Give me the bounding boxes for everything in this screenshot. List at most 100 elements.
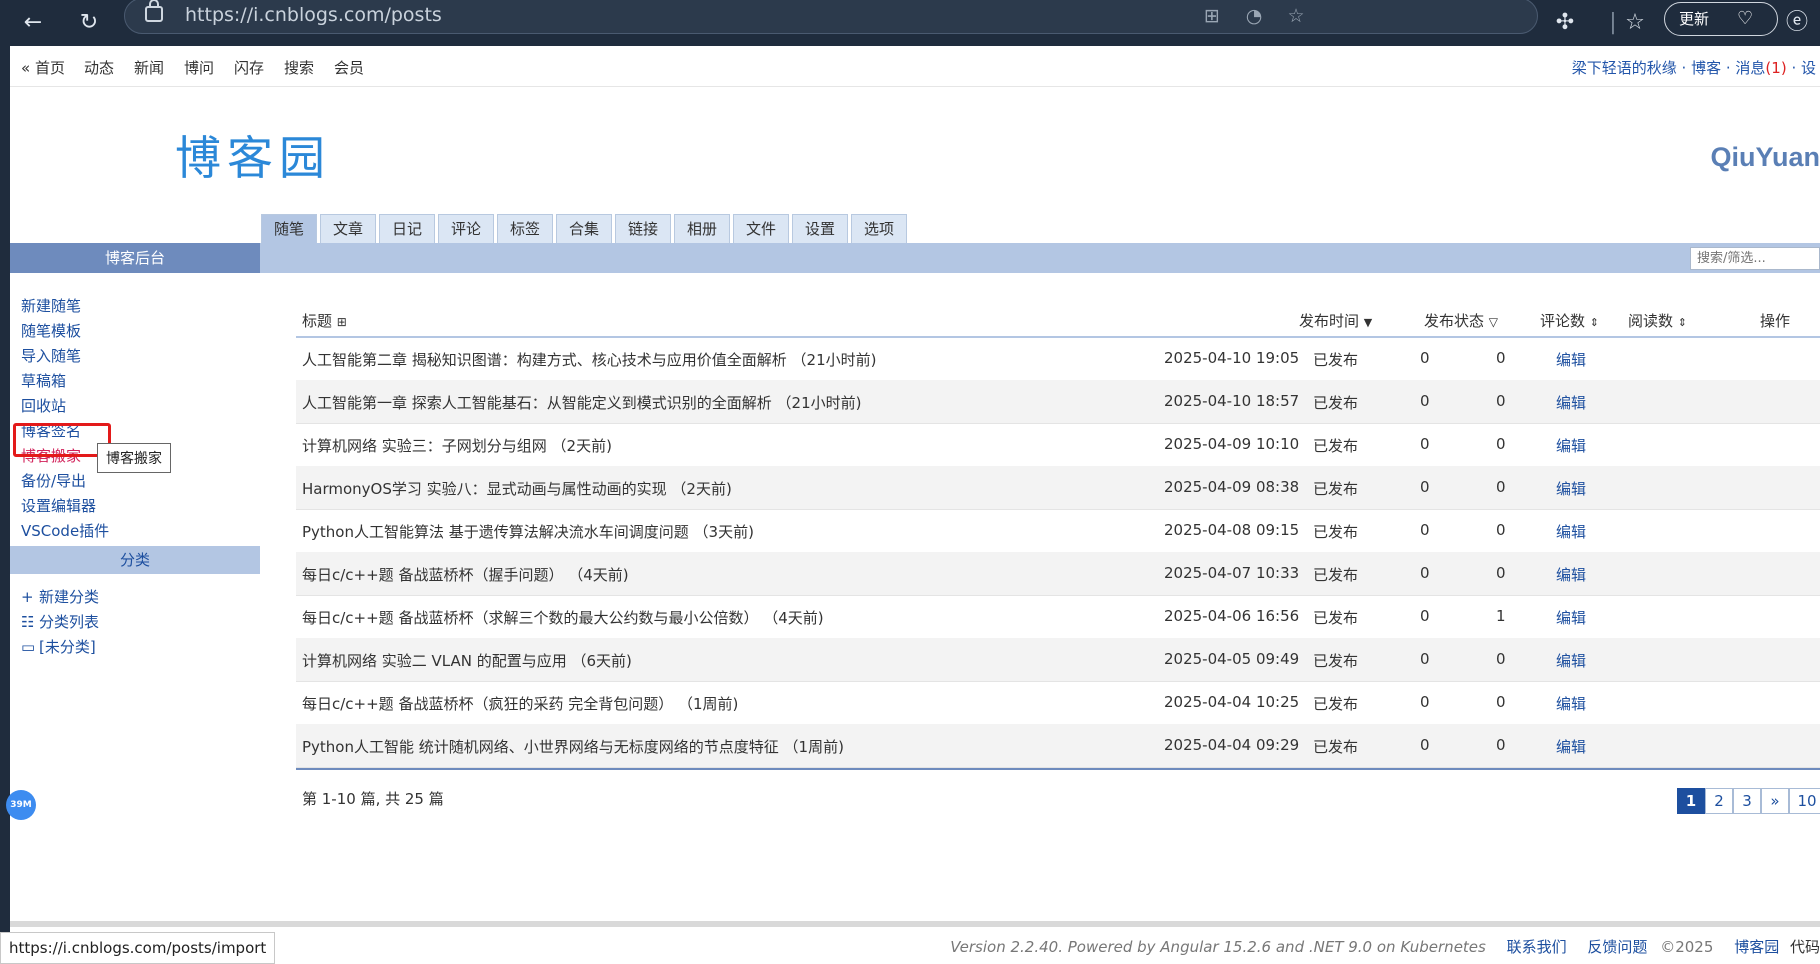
- page-button[interactable]: 3: [1733, 788, 1761, 814]
- sidebar-item-backup-export[interactable]: 备份/导出: [21, 470, 86, 491]
- post-read-count: 0: [1496, 521, 1506, 539]
- post-title-link[interactable]: Python人工智能 统计随机网络、小世界网络与无标度网络的节点度特征 （1周前…: [302, 736, 844, 757]
- list-icon: ☷: [21, 613, 35, 631]
- app-grid-icon[interactable]: ⊞: [1199, 3, 1225, 29]
- last-page-button[interactable]: 10: [1789, 788, 1820, 814]
- post-status: 已发布: [1313, 566, 1359, 584]
- nav-flash-link[interactable]: 闪存: [234, 57, 264, 78]
- post-title-link[interactable]: 每日c/c++题 备战蓝桥杯（疯狂的采药 完全背包问题） （1周前): [302, 693, 738, 714]
- tab-comments[interactable]: 评论: [438, 214, 494, 243]
- page-button[interactable]: 1: [1677, 788, 1705, 814]
- post-title-link[interactable]: Python人工智能算法 基于遗传算法解决流水车间调度问题 （3天前): [302, 521, 754, 542]
- nav-search-link[interactable]: 搜索: [284, 57, 314, 78]
- extensions-icon[interactable]: ✣: [1548, 6, 1582, 40]
- filter-icon[interactable]: ▽: [1489, 315, 1498, 329]
- tab-albums[interactable]: 相册: [674, 214, 730, 243]
- post-title-link[interactable]: 每日c/c++题 备战蓝桥杯（握手问题） （4天前): [302, 564, 629, 585]
- sidebar-item-import-posts[interactable]: 导入随笔: [21, 345, 81, 366]
- post-status: 已发布: [1313, 609, 1359, 627]
- username-link[interactable]: 梁下轻语的秋缘: [1572, 59, 1677, 77]
- header-status[interactable]: 发布状态 ▽: [1424, 310, 1498, 331]
- edge-icon[interactable]: ◔: [1241, 3, 1267, 29]
- nav-news-link[interactable]: 新闻: [134, 57, 164, 78]
- nav-member-link[interactable]: 会员: [334, 57, 364, 78]
- sidebar-item-recycle-bin[interactable]: 回收站: [21, 395, 66, 416]
- contact-link[interactable]: 联系我们: [1507, 938, 1567, 956]
- refresh-icon[interactable]: ↻: [72, 6, 106, 40]
- search-input[interactable]: [1690, 247, 1820, 270]
- post-title-link[interactable]: 每日c/c++题 备战蓝桥杯（求解三个数的最大公约数与最小公倍数） （4天前): [302, 607, 824, 628]
- tab-posts[interactable]: 随笔: [261, 214, 317, 243]
- link-status-bar: https://i.cnblogs.com/posts/import: [0, 932, 276, 964]
- blog-name[interactable]: QiuYuan: [1710, 142, 1820, 173]
- post-date: 2025-04-10 19:05: [1164, 349, 1300, 367]
- back-icon[interactable]: ←: [16, 6, 50, 40]
- header-date[interactable]: 发布时间 ▼: [1299, 310, 1372, 331]
- tab-links[interactable]: 链接: [615, 214, 671, 243]
- message-count[interactable]: (1): [1765, 59, 1786, 77]
- edit-link[interactable]: 编辑: [1556, 349, 1586, 370]
- tab-articles[interactable]: 文章: [320, 214, 376, 243]
- post-title-link[interactable]: 人工智能第一章 探索人工智能基石：从智能定义到模式识别的全面解析 （21小时前): [302, 392, 861, 413]
- column-picker-icon[interactable]: ⊞: [337, 315, 347, 329]
- edit-link[interactable]: 编辑: [1556, 521, 1586, 542]
- sidebar-item-editor-settings[interactable]: 设置编辑器: [21, 495, 96, 516]
- post-title-link[interactable]: 人工智能第二章 揭秘知识图谱：构建方式、核心技术与应用价值全面解析 （21小时前…: [302, 349, 876, 370]
- nav-qa-link[interactable]: 博问: [184, 57, 214, 78]
- sort-icon: ⇕: [1677, 316, 1688, 329]
- blog-link[interactable]: 博客: [1691, 59, 1721, 77]
- edit-link[interactable]: 编辑: [1556, 435, 1586, 456]
- edit-link[interactable]: 编辑: [1556, 650, 1586, 671]
- header-reads[interactable]: 阅读数 ⇕: [1628, 310, 1687, 331]
- tab-options[interactable]: 选项: [851, 214, 907, 243]
- category-list-link[interactable]: ☷ 分类列表: [21, 611, 99, 632]
- post-title-link[interactable]: HarmonyOS学习 实验八：显式动画与属性动画的实现 （2天前): [302, 478, 732, 499]
- address-bar[interactable]: https://i.cnblogs.com/posts ⊞ ◔ ☆: [124, 0, 1538, 34]
- tab-tags[interactable]: 标签: [497, 214, 553, 243]
- post-title-link[interactable]: 计算机网络 实验二 VLAN 的配置与应用 （6天前): [302, 650, 632, 671]
- edit-link[interactable]: 编辑: [1556, 478, 1586, 499]
- header-reads-label: 阅读数: [1628, 312, 1674, 330]
- header-title[interactable]: 标题 ⊞: [302, 310, 347, 331]
- edge-copilot-icon[interactable]: ⓔ: [1780, 6, 1814, 40]
- update-button[interactable]: 更新 ♡: [1664, 2, 1778, 36]
- table-row: Python人工智能 统计随机网络、小世界网络与无标度网络的节点度特征 （1周前…: [296, 724, 1820, 768]
- post-title-link[interactable]: 计算机网络 实验三：子网划分与组网 （2天前): [302, 435, 612, 456]
- edit-link[interactable]: 编辑: [1556, 736, 1586, 757]
- header-comments[interactable]: 评论数 ⇕: [1540, 310, 1599, 331]
- next-page-button[interactable]: »: [1761, 788, 1789, 814]
- new-category-link[interactable]: + 新建分类: [21, 586, 99, 607]
- tab-settings[interactable]: 设置: [792, 214, 848, 243]
- cnblogs-logo[interactable]: 博客园: [175, 122, 331, 188]
- feedback-link[interactable]: 反馈问题: [1587, 938, 1647, 956]
- uncategorized-link[interactable]: ▭ [未分类]: [21, 636, 96, 657]
- sidebar-item-drafts[interactable]: 草稿箱: [21, 370, 66, 391]
- favorite-star-icon[interactable]: ☆: [1283, 3, 1309, 29]
- tab-files[interactable]: 文件: [733, 214, 789, 243]
- copyright-text: ©2025: [1660, 938, 1714, 956]
- category-list-label: 分类列表: [39, 613, 100, 631]
- post-comment-count: 0: [1420, 564, 1430, 582]
- sidebar-item-new-post[interactable]: 新建随笔: [21, 295, 81, 316]
- url-text[interactable]: https://i.cnblogs.com/posts: [185, 4, 442, 26]
- post-date: 2025-04-09 08:38: [1164, 478, 1300, 496]
- cnblogs-footer-link[interactable]: 博客园: [1734, 938, 1779, 956]
- lock-icon: [145, 0, 163, 22]
- edit-link[interactable]: 编辑: [1556, 693, 1586, 714]
- sidebar-item-post-template[interactable]: 随笔模板: [21, 320, 81, 341]
- memory-badge[interactable]: 39M: [6, 790, 36, 820]
- edit-link[interactable]: 编辑: [1556, 564, 1586, 585]
- page-button[interactable]: 2: [1705, 788, 1733, 814]
- nav-activity-link[interactable]: 动态: [84, 57, 114, 78]
- messages-link[interactable]: 消息: [1735, 59, 1765, 77]
- settings-link[interactable]: 设: [1801, 59, 1816, 77]
- table-header: 标题 ⊞ 发布时间 ▼ 发布状态 ▽ 评论数 ⇕ 阅读数 ⇕ 操作: [296, 301, 1820, 338]
- nav-home-link[interactable]: « 首页: [21, 57, 65, 78]
- post-comment-count: 0: [1420, 392, 1430, 410]
- edit-link[interactable]: 编辑: [1556, 392, 1586, 413]
- tab-diary[interactable]: 日记: [379, 214, 435, 243]
- tab-collections[interactable]: 合集: [556, 214, 612, 243]
- edit-link[interactable]: 编辑: [1556, 607, 1586, 628]
- sidebar-item-vscode-plugin[interactable]: VSCode插件: [21, 520, 109, 541]
- favorites-icon[interactable]: ☆: [1618, 6, 1652, 40]
